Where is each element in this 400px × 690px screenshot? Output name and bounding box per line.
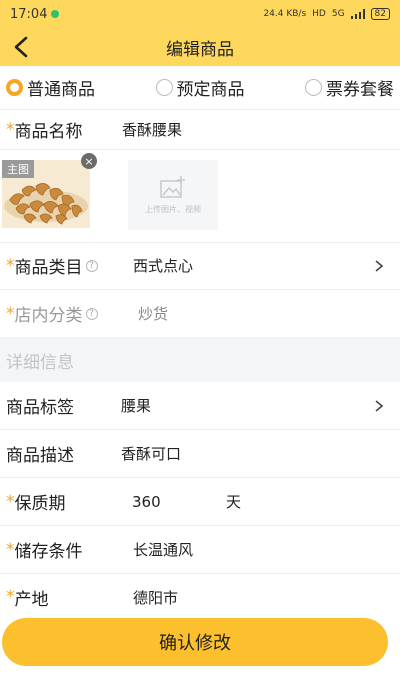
description-label: 商品描述 <box>6 446 74 466</box>
chevron-left-icon <box>14 36 28 58</box>
required-mark: * <box>6 491 15 512</box>
delete-image-button[interactable]: × <box>81 153 97 169</box>
confirm-button[interactable]: 确认修改 <box>2 618 388 666</box>
category-value: 西式点心 <box>133 257 194 275</box>
store-category-row[interactable]: * 店内分类 ? 炒货 <box>0 290 400 338</box>
tags-value: 腰果 <box>121 397 152 415</box>
chevron-right-icon <box>375 259 384 272</box>
radio-unchecked-icon <box>305 79 322 96</box>
description-row[interactable]: 商品描述 香酥可口 <box>0 430 400 478</box>
wechat-icon <box>51 10 60 18</box>
type-option-label: 票券套餐 <box>326 80 394 100</box>
close-icon: × <box>84 154 94 168</box>
storage-value[interactable]: 长温通风 <box>133 539 193 560</box>
image-upload-icon <box>160 175 185 198</box>
main-image-badge: 主图 <box>2 160 34 178</box>
type-option-label: 预定商品 <box>176 80 245 100</box>
status-time: 17:04 <box>10 6 48 22</box>
shelf-life-unit: 天 <box>226 493 242 511</box>
help-icon[interactable]: ? <box>85 259 98 272</box>
required-mark: * <box>6 587 15 607</box>
storage-label: 储存条件 <box>14 542 83 562</box>
media-row: 主图 × 上传图片、视频 <box>0 150 400 243</box>
network-type: 5G <box>331 9 345 19</box>
type-option-label: 普通商品 <box>27 80 95 100</box>
required-mark: * <box>6 303 15 324</box>
radio-checked-icon <box>6 79 23 96</box>
origin-label: 产地 <box>14 589 49 610</box>
product-name-label: 商品名称 <box>14 122 83 142</box>
product-type-selector: 普通商品 预定商品 票券套餐 <box>0 66 400 110</box>
required-mark: * <box>6 255 15 276</box>
type-option-preorder[interactable]: 预定商品 <box>155 75 245 100</box>
page-title: 编辑商品 <box>166 39 234 60</box>
upload-media-button[interactable]: 上传图片、视频 <box>128 160 218 230</box>
help-icon[interactable]: ? <box>85 307 98 320</box>
hd-indicator: HD <box>312 9 326 19</box>
origin-row[interactable]: * 产地 德阳市 <box>0 574 400 620</box>
shelf-life-row[interactable]: * 保质期 360 天 <box>0 478 400 526</box>
category-row[interactable]: * 商品类目 ? 西式点心 <box>0 242 400 290</box>
nav-bar: 编辑商品 <box>0 28 400 66</box>
main-image[interactable]: 主图 <box>2 160 90 228</box>
back-button[interactable] <box>6 32 36 62</box>
category-label: 商品类目 <box>14 258 83 278</box>
status-bar: 17:04 24.4 KB/s HD 5G 82 <box>0 0 400 28</box>
battery-icon: 82 <box>370 8 390 20</box>
tags-row[interactable]: 商品标签 腰果 <box>0 382 400 430</box>
tags-label: 商品标签 <box>6 398 74 418</box>
required-mark: * <box>6 539 15 560</box>
type-option-regular[interactable]: 普通商品 <box>6 75 95 100</box>
section-header-detail: 详细信息 <box>0 338 400 382</box>
origin-value[interactable]: 德阳市 <box>133 587 178 608</box>
net-speed: 24.4 KB/s <box>263 9 307 19</box>
store-category-label: 店内分类 <box>14 306 83 326</box>
required-mark: * <box>6 119 15 140</box>
product-name-value[interactable]: 香酥腰果 <box>122 119 182 140</box>
shelf-life-label: 保质期 <box>14 494 66 514</box>
radio-unchecked-icon <box>155 79 173 96</box>
storage-row[interactable]: * 储存条件 长温通风 <box>0 526 400 574</box>
description-value[interactable]: 香酥可口 <box>121 443 181 464</box>
product-name-row[interactable]: * 商品名称 香酥腰果 <box>0 110 400 150</box>
store-category-value: 炒货 <box>138 305 169 323</box>
chevron-right-icon <box>375 399 384 412</box>
signal-icon <box>350 9 365 19</box>
upload-hint: 上传图片、视频 <box>145 204 201 214</box>
shelf-life-value[interactable]: 360 <box>132 493 161 511</box>
type-option-ticket[interactable]: 票券套餐 <box>305 75 394 100</box>
